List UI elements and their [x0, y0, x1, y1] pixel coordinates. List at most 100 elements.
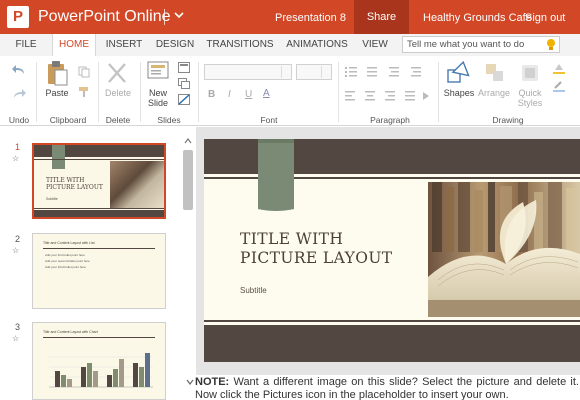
quick-styles-label-1[interactable]: Quick: [512, 88, 548, 98]
powerpoint-logo-icon: P: [7, 6, 29, 28]
chevron-down-icon: [281, 66, 290, 78]
align-buttons-icons[interactable]: [345, 90, 435, 102]
group-separator: [36, 62, 37, 122]
ribbon: Undo Paste Clipboard Delete Delete New S…: [0, 56, 580, 126]
current-slide[interactable]: TITLE WITH PICTURE LAYOUT Subtitle: [204, 139, 580, 362]
scroll-up-icon[interactable]: [184, 138, 192, 144]
duplicate-slide-icon[interactable]: [178, 78, 190, 89]
delete-label[interactable]: Delete: [101, 88, 135, 98]
undo-icon[interactable]: [12, 64, 26, 76]
app-name[interactable]: PowerPoint Online: [38, 7, 171, 27]
font-family-select[interactable]: [204, 64, 292, 80]
app-menu-chevron-icon[interactable]: [172, 8, 186, 22]
font-size-select[interactable]: [296, 64, 332, 80]
thumb-title: Title and Content Layout with Chart: [43, 330, 98, 334]
group-label-paragraph: Paragraph: [370, 115, 410, 125]
group-label-drawing: Drawing: [492, 115, 524, 125]
shape-fill-icon[interactable]: [552, 62, 566, 74]
slide-number: 3: [15, 322, 21, 332]
bold-button[interactable]: B: [208, 89, 215, 100]
group-label-undo: Undo: [8, 115, 30, 125]
tab-home[interactable]: HOME: [52, 34, 96, 56]
quick-styles-label-2[interactable]: Styles: [512, 98, 548, 108]
delete-x-icon[interactable]: [107, 62, 127, 84]
tab-file[interactable]: FILE: [6, 34, 46, 56]
notes-pane[interactable]: NOTE: Want a different image on this sli…: [184, 375, 580, 400]
thumb-line: [43, 248, 155, 249]
logo-letter: P: [12, 8, 23, 25]
slide-subtitle[interactable]: Subtitle: [240, 286, 267, 295]
thumb-title: Title and Content Layout with List: [43, 241, 95, 245]
tell-me-input[interactable]: Tell me what you want to do: [402, 36, 560, 53]
thumb-bullet: Add your third bullet point here: [45, 265, 86, 269]
group-label-slides: Slides: [157, 115, 181, 125]
tab-view[interactable]: VIEW: [357, 34, 393, 56]
animation-star-icon: ☆: [12, 246, 20, 255]
slide-number: 2: [15, 234, 21, 244]
chevron-down-icon: [321, 66, 330, 78]
thumb-bookmark: [52, 145, 65, 169]
font-color-button[interactable]: A: [263, 88, 270, 99]
title-separator: [164, 9, 165, 25]
thumb-line: [43, 337, 155, 338]
copy-icon[interactable]: [78, 66, 90, 78]
tab-animations[interactable]: ANIMATIONS: [282, 34, 352, 56]
tab-design[interactable]: DESIGN: [152, 34, 198, 56]
slide-title-line-1: TITLE WITH: [240, 230, 344, 248]
shapes-label[interactable]: Shapes: [442, 88, 476, 98]
document-title[interactable]: Presentation 8: [275, 12, 346, 24]
new-slide-label-2[interactable]: Slide: [143, 98, 173, 108]
shapes-icon[interactable]: [446, 60, 472, 86]
underline-button[interactable]: U: [245, 89, 252, 100]
note-body: Want a different image on this slide? Se…: [195, 376, 579, 400]
list-buttons-icons[interactable]: [345, 66, 435, 78]
share-button[interactable]: Share: [354, 0, 409, 34]
book-picture[interactable]: [428, 182, 580, 317]
thumb-bullet: Add your second bullet point here: [45, 259, 90, 263]
layout-icon[interactable]: [178, 62, 190, 73]
quick-styles-icon[interactable]: [520, 62, 542, 84]
open-book-image: [428, 182, 580, 317]
italic-button[interactable]: I: [228, 89, 231, 100]
thumb-title: TITLE WITH PICTURE LAYOUT: [46, 177, 103, 191]
group-separator: [438, 62, 439, 122]
slide-title[interactable]: TITLE WITH PICTURE LAYOUT: [240, 230, 430, 268]
scrollbar-thumb[interactable]: [183, 150, 193, 210]
chevron-down-icon[interactable]: [186, 379, 194, 385]
hide-slide-icon[interactable]: [178, 94, 190, 105]
note-text: NOTE: Want a different image on this sli…: [195, 376, 579, 400]
tab-insert[interactable]: INSERT: [102, 34, 146, 56]
thumb-chart: [49, 353, 153, 388]
slide-thumbnail-1[interactable]: TITLE WITH PICTURE LAYOUT Subtitle: [32, 143, 166, 219]
thumbnails-scrollbar[interactable]: [182, 134, 194, 400]
slide-title-line-2: PICTURE LAYOUT: [240, 249, 393, 267]
paste-icon[interactable]: [46, 60, 68, 86]
group-separator: [338, 62, 339, 122]
tab-transitions[interactable]: TRANSITIONS: [204, 34, 276, 56]
group-separator: [98, 62, 99, 122]
sign-out-link[interactable]: Sign out: [525, 12, 565, 24]
animation-star-icon: ☆: [12, 334, 20, 343]
thumb-band: [34, 210, 164, 217]
group-label-clipboard: Clipboard: [49, 115, 87, 125]
group-separator: [198, 62, 199, 122]
bottom-band: [204, 325, 580, 362]
thumb-book-image: [110, 161, 164, 209]
paste-label[interactable]: Paste: [42, 88, 72, 98]
format-painter-icon[interactable]: [78, 86, 90, 98]
thumb-line: [34, 208, 164, 209]
slide-thumbnail-2[interactable]: Title and Content Layout with List Add y…: [32, 233, 166, 309]
slide-thumbnail-3[interactable]: Title and Content Layout with Chart: [32, 322, 166, 400]
slide-number: 1: [15, 142, 21, 152]
new-slide-label-1[interactable]: New: [143, 88, 173, 98]
thumb-line: [34, 159, 164, 160]
redo-icon[interactable]: [12, 88, 26, 100]
user-name[interactable]: Healthy Grounds Cafe: [423, 12, 532, 24]
new-slide-icon[interactable]: [147, 60, 169, 80]
arrange-icon[interactable]: [484, 62, 506, 84]
arrange-label[interactable]: Arrange: [476, 88, 512, 98]
shape-outline-icon[interactable]: [552, 80, 566, 92]
bottom-rule: [204, 320, 580, 322]
bookmark-ribbon-icon: [258, 139, 294, 211]
animation-star-icon: ☆: [12, 154, 20, 163]
